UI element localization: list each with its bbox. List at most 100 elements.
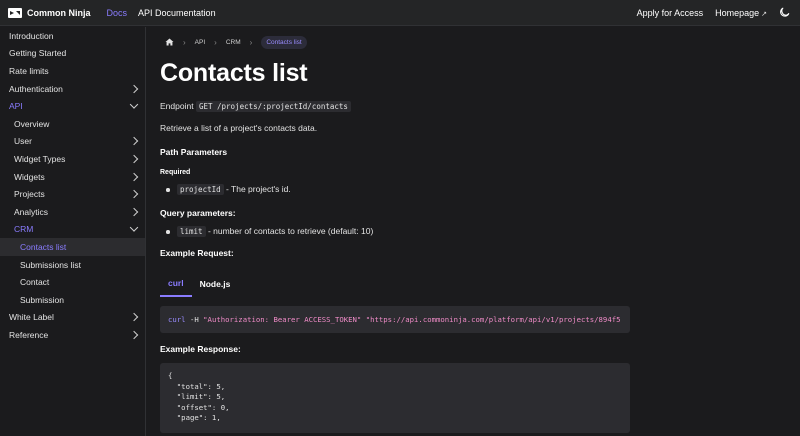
sidebar-item-label: Overview <box>14 118 50 129</box>
homepage-link[interactable]: Homepage ↗ <box>715 8 767 18</box>
sidebar-item-label: User <box>14 136 32 147</box>
sidebar-item-label: Contacts list <box>20 241 67 252</box>
sidebar-item-contact[interactable]: Contact <box>0 273 145 291</box>
chevron-right-icon[interactable] <box>129 207 139 216</box>
breadcrumb: › API › CRM › Contacts list <box>160 34 630 50</box>
chevron-right-icon[interactable] <box>129 313 139 322</box>
nav-docs[interactable]: Docs <box>107 8 128 18</box>
code-line: "total": 5, <box>168 381 226 391</box>
code-command: curl <box>168 315 186 324</box>
moon-icon[interactable] <box>779 7 790 18</box>
path-parameters-heading: Path Parameters <box>160 147 228 157</box>
chevron-right-icon[interactable] <box>129 137 139 146</box>
chevron-right-icon[interactable] <box>129 154 139 164</box>
endpoint-label: Endpoint <box>160 101 194 111</box>
breadcrumb-crm[interactable]: CRM <box>226 39 241 46</box>
home-icon[interactable] <box>165 38 174 46</box>
param-description: - number of contacts to retrieve (defaul… <box>205 226 374 236</box>
sidebar-item-submissions-list[interactable]: Submissions list <box>0 256 145 274</box>
required-label: Required <box>160 169 191 176</box>
sidebar-item-reference[interactable]: Reference <box>0 326 145 344</box>
chevron-down-icon[interactable] <box>129 100 139 109</box>
brand-name: Common Ninja <box>27 7 91 18</box>
query-parameters-heading: Query parameters: <box>160 208 236 218</box>
sidebar-item-submission[interactable]: Submission <box>0 291 145 309</box>
path-params-list: projectId - The project's id. <box>160 184 630 195</box>
sidebar-item-analytics[interactable]: Analytics <box>0 203 145 221</box>
sidebar-item-label: CRM <box>14 224 34 235</box>
request-code-block: curl -H "Authorization: Bearer ACCESS_TO… <box>160 306 630 333</box>
top-right-links: Apply for Access Homepage ↗ <box>625 7 790 18</box>
code-line: "limit": 5, <box>168 392 226 401</box>
sidebar-item-label: Contact <box>20 277 50 288</box>
page-description: Retrieve a list of a project's contacts … <box>160 123 318 133</box>
chevron-right-icon[interactable] <box>129 189 139 199</box>
sidebar-item-label: Projects <box>14 189 45 200</box>
sidebar-item-user[interactable]: User <box>0 133 145 151</box>
endpoint-line: Endpoint GET /projects/:projectId/contac… <box>160 101 630 112</box>
sidebar-item-label: Getting Started <box>9 48 67 59</box>
sidebar-item-label: Introduction <box>9 30 54 41</box>
chevron-right-icon[interactable] <box>129 330 139 340</box>
breadcrumb-current: Contacts list <box>261 35 307 49</box>
list-item: projectId - The project's id. <box>160 184 630 195</box>
common-ninja-logo-icon <box>8 7 22 18</box>
chevron-right-icon: › <box>183 37 186 47</box>
sidebar-item-label: Analytics <box>14 206 49 217</box>
code-flag: -H <box>185 315 204 324</box>
code-line: { <box>168 371 173 380</box>
example-request-heading: Example Request: <box>160 248 234 258</box>
sidebar-item-label: Widgets <box>14 171 45 182</box>
code-line: "page": 1, <box>168 413 221 422</box>
sidebar-item-label: Reference <box>9 329 49 340</box>
sidebar-item-contacts-list[interactable]: Contacts list <box>0 238 145 256</box>
sidebar-item-label: Submissions list <box>20 259 81 270</box>
page-title: Contacts list <box>160 59 308 87</box>
code-header: "Authorization: Bearer ACCESS_TOKEN" <box>203 315 362 324</box>
sidebar-item-crm[interactable]: CRM <box>0 221 145 239</box>
sidebar-item-rate-limits[interactable]: Rate limits <box>0 62 145 80</box>
sidebar-item-label: Widget Types <box>14 153 66 164</box>
endpoint-code: GET /projects/:projectId/contacts <box>195 101 351 112</box>
sidebar-item-widgets[interactable]: Widgets <box>0 168 145 186</box>
query-params-list: limit - number of contacts to retrieve (… <box>160 226 630 237</box>
param-name: projectId <box>177 184 224 195</box>
main-content: › API › CRM › Contacts list Contacts lis… <box>160 27 630 433</box>
brand[interactable]: Common Ninja <box>8 7 91 18</box>
chevron-right-icon[interactable] <box>129 172 139 181</box>
code-url: "https://api.commoninja.com/platform/api… <box>361 315 621 324</box>
example-response-heading: Example Response: <box>160 344 241 354</box>
response-code-block: { "total": 5, "limit": 5, "offset": 0, "… <box>160 363 630 433</box>
homepage-label: Homepage <box>715 7 760 18</box>
param-description: - The project's id. <box>223 184 291 194</box>
tab-nodejs[interactable]: Node.js <box>192 271 239 297</box>
sidebar-item-label: Authentication <box>9 83 63 94</box>
breadcrumb-api[interactable]: API <box>195 39 205 46</box>
nav-api-documentation[interactable]: API Documentation <box>138 8 216 18</box>
sidebar: Introduction Getting Started Rate limits… <box>0 27 146 436</box>
sidebar-item-label: White Label <box>9 312 54 323</box>
sidebar-item-label: Submission <box>20 294 64 305</box>
sidebar-item-white-label[interactable]: White Label <box>0 309 145 327</box>
param-name: limit <box>177 226 206 237</box>
apply-for-access-link[interactable]: Apply for Access <box>637 8 704 18</box>
sidebar-item-getting-started[interactable]: Getting Started <box>0 45 145 63</box>
sidebar-item-authentication[interactable]: Authentication <box>0 80 145 98</box>
sidebar-item-introduction[interactable]: Introduction <box>0 27 145 45</box>
sidebar-item-overview[interactable]: Overview <box>0 115 145 133</box>
list-item: limit - number of contacts to retrieve (… <box>160 226 630 237</box>
external-link-icon: ↗ <box>761 10 767 18</box>
code-line: "offset": 0, <box>168 402 230 412</box>
sidebar-item-label: API <box>9 101 23 112</box>
code-tabs: curl Node.js <box>160 271 630 297</box>
sidebar-item-label: Rate limits <box>9 65 49 76</box>
chevron-down-icon[interactable] <box>129 223 139 233</box>
chevron-right-icon: › <box>214 37 217 47</box>
sidebar-item-api[interactable]: API <box>0 97 145 115</box>
sidebar-item-projects[interactable]: Projects <box>0 185 145 203</box>
tab-curl[interactable]: curl <box>160 271 192 297</box>
top-navbar: Common Ninja Docs API Documentation Appl… <box>0 0 800 26</box>
chevron-right-icon: › <box>249 37 253 47</box>
sidebar-item-widget-types[interactable]: Widget Types <box>0 150 145 168</box>
chevron-right-icon[interactable] <box>129 84 139 93</box>
